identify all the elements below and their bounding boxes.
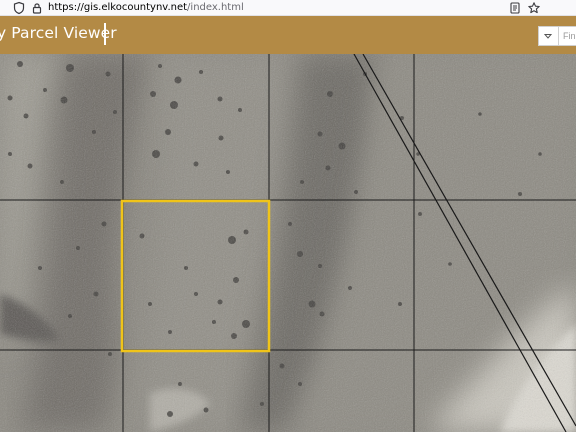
aerial-imagery (0, 54, 576, 432)
lock-icon[interactable] (30, 1, 44, 15)
chevron-down-icon (543, 34, 553, 39)
bookmark-star-icon[interactable] (527, 1, 541, 15)
reader-view-icon[interactable] (508, 1, 522, 15)
map-view[interactable] (0, 54, 576, 432)
search-source-dropdown[interactable] (539, 27, 559, 45)
url-host: https://gis.elkocountynv.net (48, 2, 188, 13)
search-widget (538, 26, 576, 46)
title-divider (104, 23, 106, 45)
shield-icon[interactable] (12, 1, 26, 15)
browser-toolbar: https://gis.elkocountynv.net/index.html (0, 0, 576, 16)
app-header: y Parcel Viewer (0, 16, 576, 54)
search-input[interactable] (560, 27, 576, 45)
address-bar[interactable]: https://gis.elkocountynv.net/index.html (48, 1, 244, 15)
url-path: /index.html (187, 2, 244, 13)
app-title: y Parcel Viewer (0, 24, 117, 42)
